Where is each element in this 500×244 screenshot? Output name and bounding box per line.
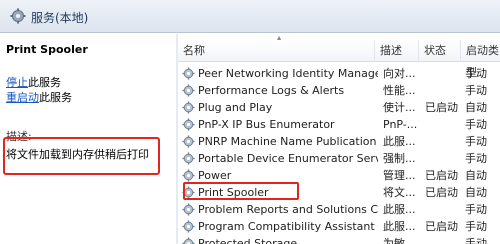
service-description-cell: 管理... xyxy=(383,169,416,182)
service-description-cell: 此服... xyxy=(383,203,416,216)
services-gear-icon xyxy=(10,8,26,24)
service-gear-icon xyxy=(182,152,195,165)
service-description-cell: 使计... xyxy=(383,101,416,114)
service-startup-type-cell: 自动 xyxy=(465,186,487,199)
service-name: PNRP Machine Name Publication S... xyxy=(198,135,378,148)
pane-title-bar: 服务(本地) xyxy=(0,0,500,33)
service-name: Plug and Play xyxy=(198,101,273,114)
service-name: Portable Device Enumerator Service xyxy=(198,152,378,165)
service-status-cell: 已启动 xyxy=(425,186,458,199)
description-highlight-box xyxy=(3,137,160,175)
service-description-cell: 强制... xyxy=(383,152,416,165)
service-name: Protected Storage xyxy=(198,237,298,244)
service-description-cell: 性能... xyxy=(383,84,416,97)
service-name-cell: Problem Reports and Solutions Co... xyxy=(182,201,378,218)
service-description-cell: 将文... xyxy=(383,186,416,199)
service-gear-icon xyxy=(182,118,195,131)
service-name-cell: Program Compatibility Assistant Se... xyxy=(182,218,378,235)
service-detail-pane: Print Spooler 停止此服务 重启动此服务 描述: 将文件加载到内存供… xyxy=(0,34,176,244)
restart-service-suffix: 此服务 xyxy=(39,91,72,104)
service-row[interactable]: Protected Storage 为敏... 手动 xyxy=(178,235,500,244)
service-status-cell: 已启动 xyxy=(425,169,458,182)
service-name: Program Compatibility Assistant Se... xyxy=(198,220,378,233)
service-description-cell: 向对... xyxy=(383,67,416,80)
service-description-cell: 此服... xyxy=(383,220,416,233)
service-status-cell xyxy=(425,116,463,133)
service-status-cell xyxy=(425,201,463,218)
service-name-cell: PNRP Machine Name Publication S... xyxy=(182,133,378,150)
service-status-cell xyxy=(425,65,463,82)
service-name: Performance Logs & Alerts xyxy=(198,84,345,97)
service-status-cell xyxy=(425,150,463,167)
stop-service-link[interactable]: 停止 xyxy=(6,76,28,89)
service-gear-icon xyxy=(182,135,195,148)
service-startup-type-cell: 手动 xyxy=(465,152,487,165)
service-startup-type-cell: 自动 xyxy=(465,101,487,114)
service-name: Peer Networking Identity Manager xyxy=(198,67,378,80)
list-header: 名称 描述 状态 启动类型 xyxy=(178,40,500,79)
column-header-startup-type[interactable]: 启动类型 xyxy=(461,40,500,79)
services-list: ▲ 名称 描述 状态 启动类型 Peer Networking Identity… xyxy=(178,34,500,244)
selected-service-name: Print Spooler xyxy=(6,43,88,56)
service-gear-icon xyxy=(182,67,195,80)
service-name-cell: Protected Storage xyxy=(182,235,378,244)
service-row[interactable]: Plug and Play 使计... 已启动 自动 xyxy=(178,99,500,116)
service-name: Power xyxy=(198,169,232,182)
print-spooler-highlight-box xyxy=(183,182,299,200)
service-gear-icon xyxy=(182,84,195,97)
service-status-cell xyxy=(425,133,463,150)
service-startup-type-cell: 自动 xyxy=(465,169,487,182)
service-name: Problem Reports and Solutions Co... xyxy=(198,203,378,216)
service-startup-type-cell: 手动 xyxy=(465,203,487,216)
service-description-cell: 此服... xyxy=(383,135,416,148)
service-status-cell xyxy=(425,235,463,244)
service-row[interactable]: Peer Networking Identity Manager 向对... 手… xyxy=(178,65,500,82)
service-gear-icon xyxy=(182,101,195,114)
service-name-cell: Plug and Play xyxy=(182,99,378,116)
restart-service-link[interactable]: 重启动 xyxy=(6,91,39,104)
column-header-status[interactable]: 状态 xyxy=(419,40,461,62)
service-gear-icon xyxy=(182,169,195,182)
service-startup-type-cell: 手动 xyxy=(465,67,487,80)
service-status-cell xyxy=(425,82,463,99)
service-description-cell: PnP-... xyxy=(383,118,418,131)
service-row[interactable]: Performance Logs & Alerts 性能... 手动 xyxy=(178,82,500,99)
service-name-cell: Portable Device Enumerator Service xyxy=(182,150,378,167)
service-status-cell: 已启动 xyxy=(425,101,458,114)
service-row[interactable]: Portable Device Enumerator Service 强制...… xyxy=(178,150,500,167)
service-startup-type-cell: 手动 xyxy=(465,84,487,97)
pane-title: 服务(本地) xyxy=(31,11,89,25)
service-startup-type-cell: 手动 xyxy=(465,135,487,148)
service-gear-icon xyxy=(182,237,195,244)
service-name-cell: PnP-X IP Bus Enumerator xyxy=(182,116,378,133)
service-status-cell: 已启动 xyxy=(425,220,458,233)
service-startup-type-cell: 手动 xyxy=(465,118,487,131)
service-gear-icon xyxy=(182,203,195,216)
service-name-cell: Peer Networking Identity Manager xyxy=(182,65,378,82)
restart-service-action: 重启动此服务 xyxy=(6,89,72,105)
service-startup-type-cell: 手动 xyxy=(465,220,487,233)
stop-service-action: 停止此服务 xyxy=(6,74,61,90)
column-header-name[interactable]: 名称 xyxy=(178,40,375,62)
stop-service-suffix: 此服务 xyxy=(28,76,61,89)
column-header-description[interactable]: 描述 xyxy=(375,40,419,62)
service-name: PnP-X IP Bus Enumerator xyxy=(198,118,335,131)
service-startup-type-cell: 手动 xyxy=(465,237,487,244)
service-row[interactable]: PnP-X IP Bus Enumerator PnP-... 手动 xyxy=(178,116,500,133)
service-gear-icon xyxy=(182,220,195,233)
service-description-cell: 为敏... xyxy=(383,237,416,244)
service-row[interactable]: Problem Reports and Solutions Co... 此服..… xyxy=(178,201,500,218)
service-name-cell: Performance Logs & Alerts xyxy=(182,82,378,99)
service-row[interactable]: PNRP Machine Name Publication S... 此服...… xyxy=(178,133,500,150)
service-row[interactable]: Program Compatibility Assistant Se... 此服… xyxy=(178,218,500,235)
